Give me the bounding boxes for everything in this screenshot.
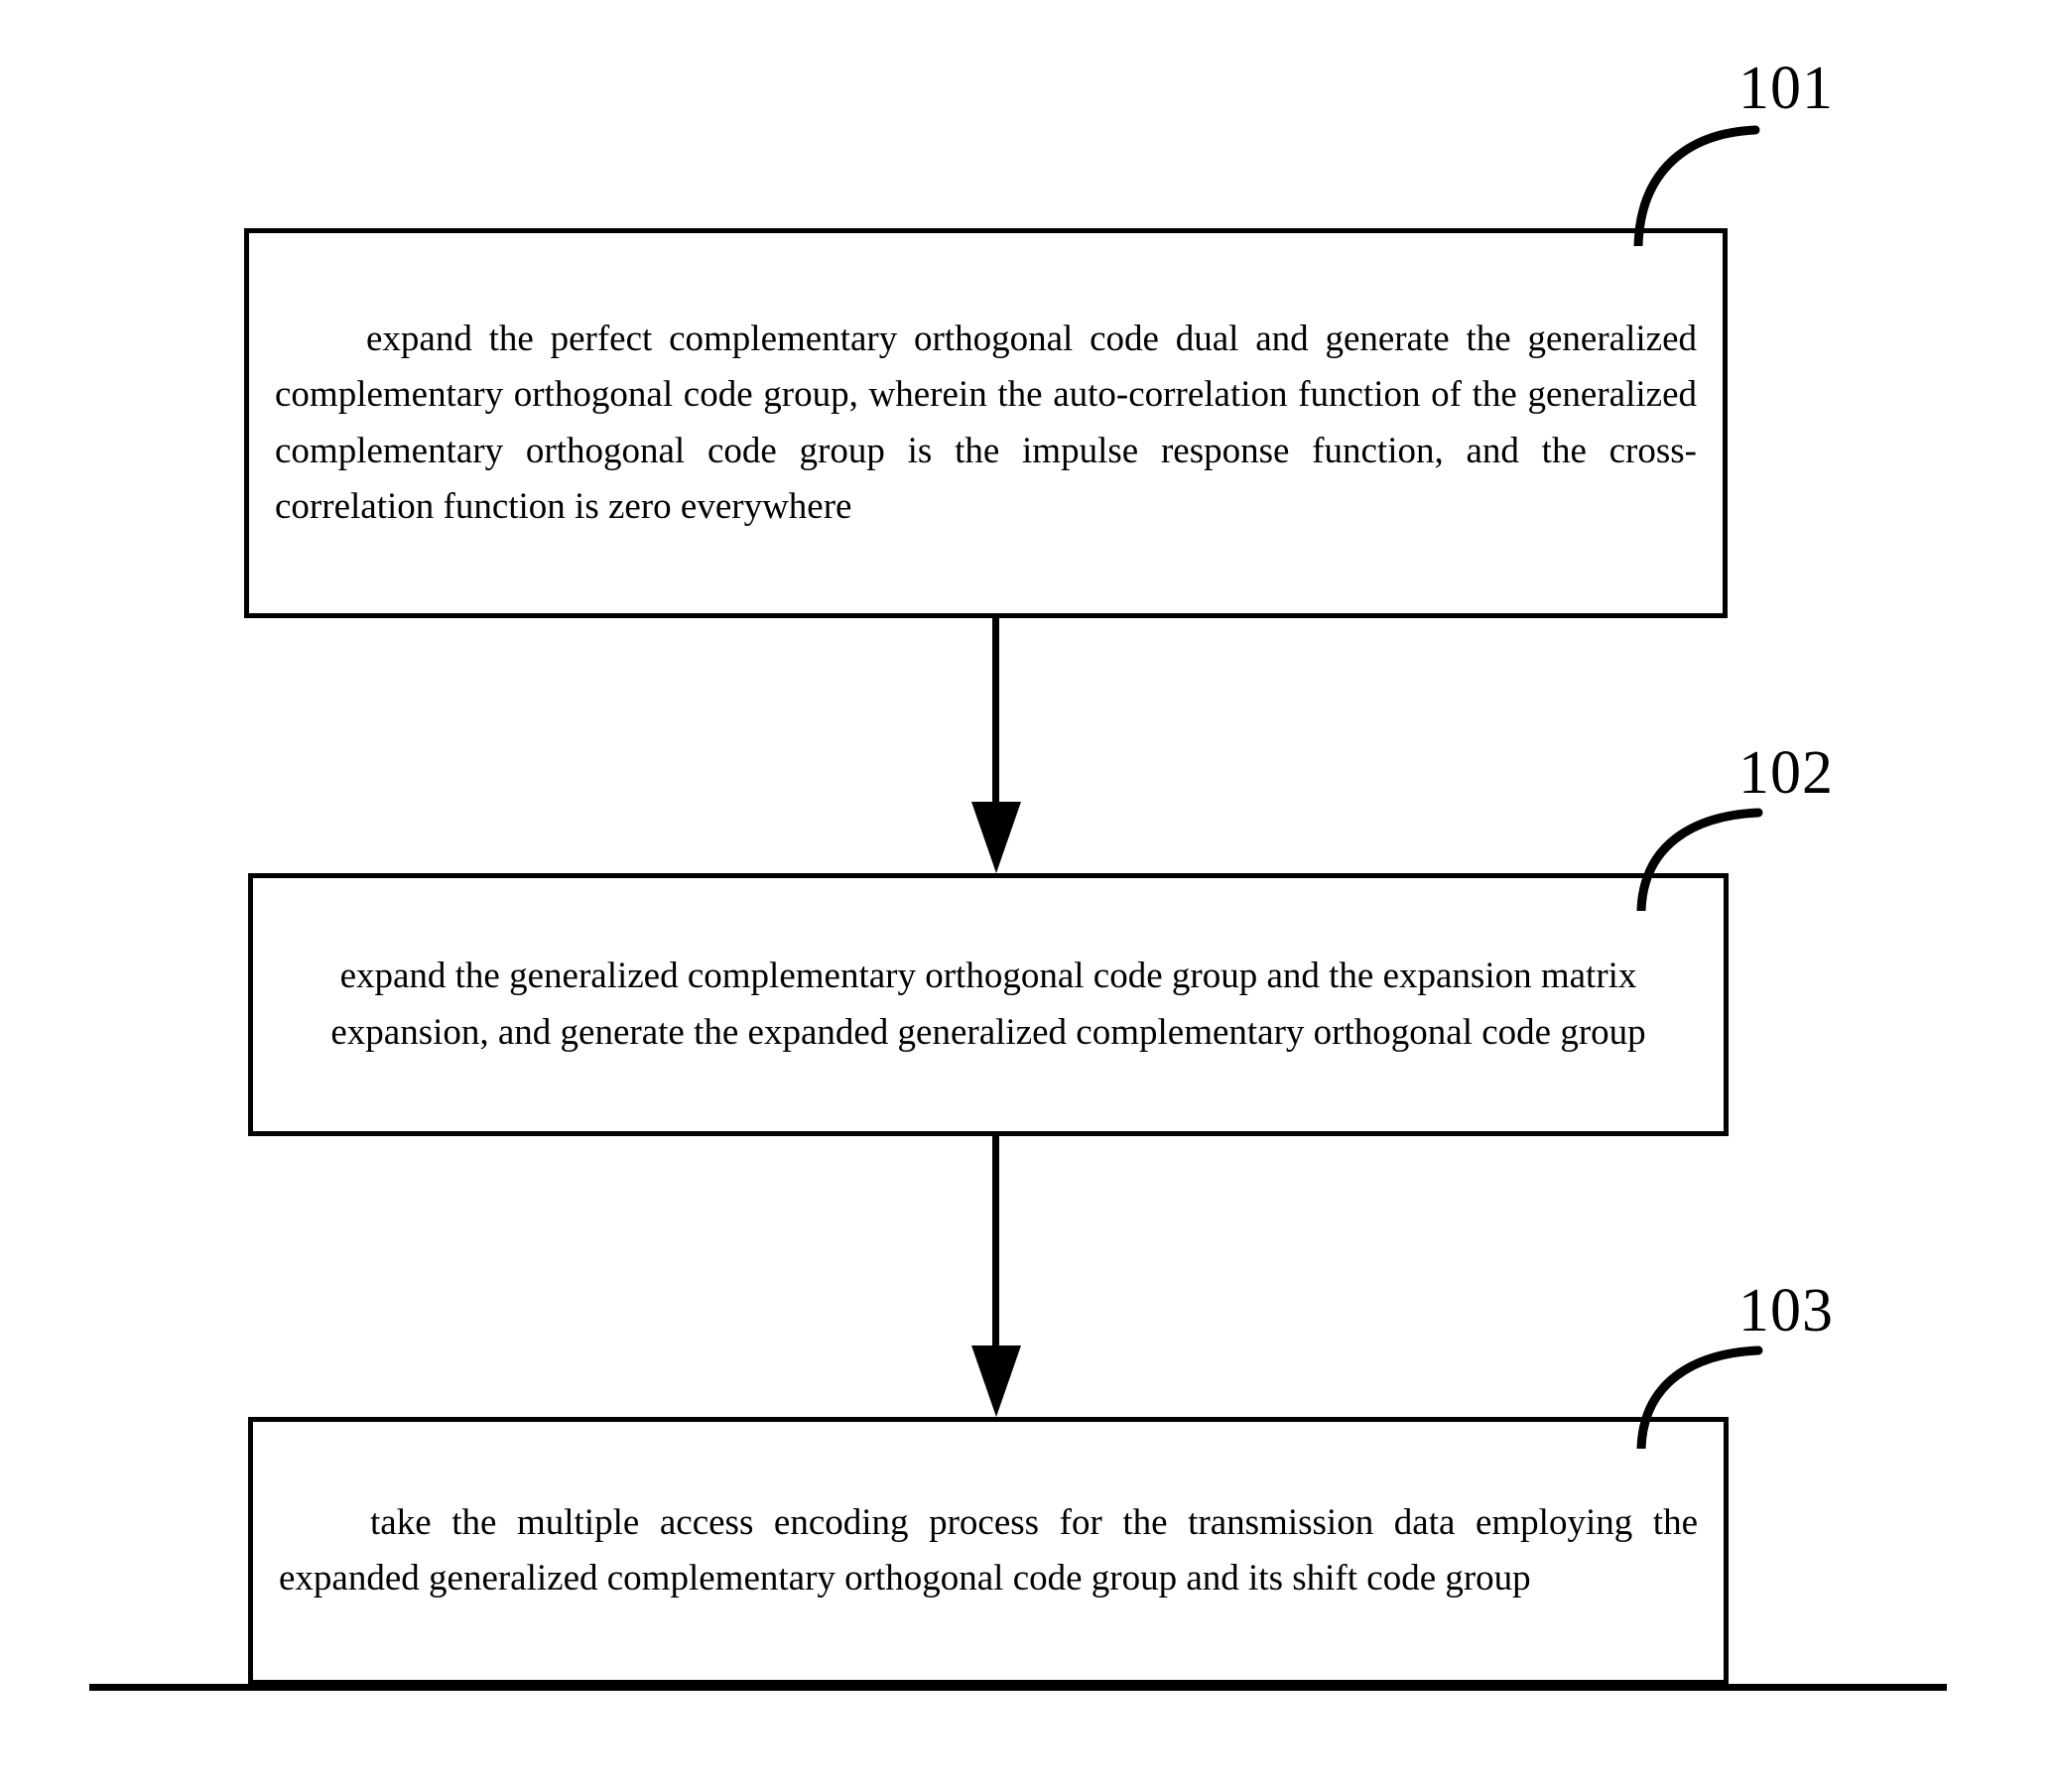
process-box-102: expand the generalized complementary ort… <box>248 873 1729 1136</box>
reference-numeral-102: 102 <box>1738 739 1834 807</box>
process-box-103-text: take the multiple access encoding proces… <box>279 1501 1698 1599</box>
arrow-head <box>971 1345 1021 1417</box>
process-box-101-text: expand the perfect complementary orthogo… <box>275 319 1697 527</box>
arrow-101-to-102 <box>956 618 1035 873</box>
arrow-102-to-103 <box>956 1136 1035 1417</box>
process-box-101: expand the perfect complementary orthogo… <box>244 228 1728 618</box>
process-box-103: take the multiple access encoding proces… <box>248 1417 1729 1685</box>
reference-numeral-101: 101 <box>1738 55 1834 122</box>
process-box-102-text: expand the generalized complementary ort… <box>330 956 1646 1053</box>
arrow-shaft <box>992 1136 999 1349</box>
leader-line-101 <box>1633 125 1760 246</box>
arrow-head <box>971 802 1021 873</box>
page-bottom-rule <box>89 1684 1947 1691</box>
figure-canvas: expand the perfect complementary orthogo… <box>0 0 2056 1792</box>
reference-numeral-103: 103 <box>1738 1277 1834 1344</box>
arrow-shaft <box>992 618 999 807</box>
